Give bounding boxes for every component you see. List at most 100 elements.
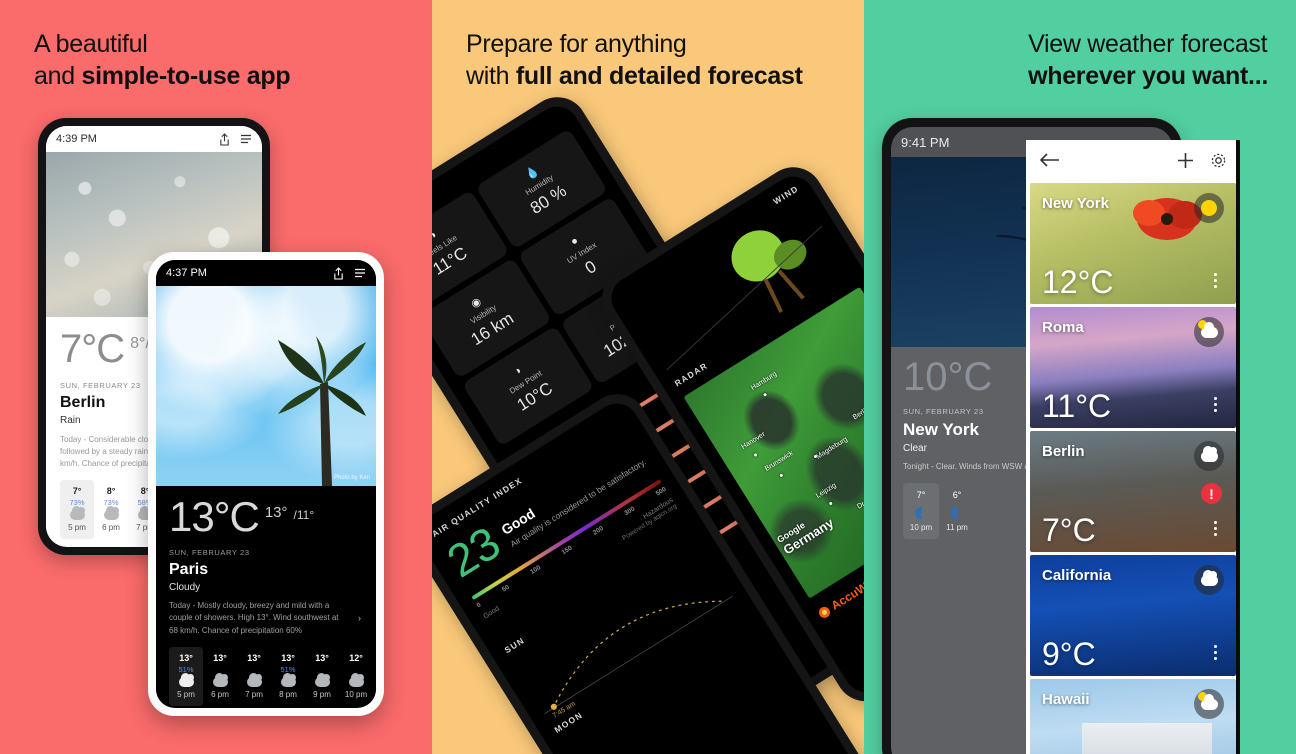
accuweather-logo-icon <box>816 604 832 620</box>
cloud-icon <box>212 673 228 688</box>
map-city-label: Dresden <box>856 490 864 511</box>
headline-right-line2-bold: wherever you want... <box>1028 62 1268 90</box>
thermometer-icon: ◗ <box>512 363 525 378</box>
moon-icon <box>951 507 963 519</box>
hour-label: 11 pm <box>946 523 968 532</box>
sun-moon-section: SUN 7:45 am MOON <box>503 529 746 735</box>
hour-label: 6 pm <box>102 523 120 532</box>
hour-temp: 13° <box>247 653 261 664</box>
paris-hour-item[interactable]: 12° 10 pm <box>339 647 373 706</box>
paris-status-icons <box>333 266 366 280</box>
headline-middle-line2: with full and detailed forecast <box>466 60 803 92</box>
paris-hour-item[interactable]: 13° 7 pm <box>237 647 271 706</box>
paris-hour-item[interactable]: 13° 51% 8 pm <box>271 647 305 706</box>
weather-alert-icon[interactable]: ! <box>1201 483 1222 504</box>
detail-cell-value: 0 <box>581 256 600 278</box>
plus-icon[interactable] <box>1177 152 1194 169</box>
hour-temp: 13° <box>213 653 227 664</box>
hour-precip: 54% <box>373 665 376 674</box>
location-name: Berlin <box>1042 443 1085 460</box>
paris-description-wrap[interactable]: Today - Mostly cloudy, breezy and mild w… <box>169 600 363 637</box>
back-arrow-icon[interactable] <box>1039 152 1060 168</box>
cloud-icon <box>348 673 364 688</box>
menu-icon[interactable] <box>240 134 252 144</box>
paris-hour-item[interactable]: 13° 51% 5 pm <box>169 647 203 707</box>
paris-hour-item[interactable]: 12° 54% 11 pm <box>373 647 376 706</box>
paris-hour-item[interactable]: 13° 6 pm <box>203 647 237 706</box>
hour-temp: 13° <box>281 653 295 664</box>
cloud-icon <box>1200 445 1218 462</box>
headline-right-line2: wherever you want... <box>1028 60 1268 92</box>
phone-bezel-edge <box>1236 140 1240 754</box>
hour-label: 6 pm <box>211 690 229 700</box>
location-overflow-menu[interactable] <box>1214 273 1217 288</box>
screenshot-root: A beautiful and simple-to-use app 4:39 P… <box>0 0 1296 754</box>
berlin-status-icons <box>219 132 252 146</box>
thermometer-icon: ◗ <box>432 228 440 242</box>
aqi-tick: 500 <box>654 485 668 498</box>
paris-city: Paris <box>169 561 209 578</box>
location-card-california[interactable]: California 9°C <box>1030 555 1236 676</box>
map-city-dot <box>778 473 783 478</box>
location-overflow-menu[interactable] <box>1214 521 1217 536</box>
map-city-dot <box>828 501 833 506</box>
hour-temp: 13° <box>315 653 329 664</box>
locations-toolbar-actions <box>1177 152 1227 169</box>
map-city-label: Hanover <box>740 431 767 452</box>
eye-icon: ◉ <box>468 295 484 311</box>
paris-low: /11° <box>293 508 315 522</box>
menu-icon[interactable] <box>354 268 366 278</box>
aqi-tick: 300 <box>623 505 637 518</box>
share-icon[interactable] <box>219 132 230 146</box>
share-icon[interactable] <box>333 266 344 280</box>
location-card-berlin[interactable]: Berlin 7°C ! <box>1030 431 1236 552</box>
headline-middle-line1: Prepare for anything <box>466 30 687 58</box>
location-overflow-menu[interactable] <box>1214 645 1217 660</box>
hour-label: 10 pm <box>344 690 368 700</box>
map-city-dot <box>753 452 758 457</box>
location-card-hawaii[interactable]: Hawaii 22°C <box>1030 679 1236 754</box>
map-attribution: Google Germany <box>775 507 836 558</box>
hour-label: 5 pm <box>68 523 86 532</box>
hour-label: 5 pm <box>177 690 195 700</box>
paris-high: 13° <box>264 504 288 521</box>
berlin-hour-item[interactable]: 7° 73% 5 pm <box>60 480 94 539</box>
headline-left-line1: A beautiful <box>34 30 148 58</box>
chevron-right-icon[interactable]: › <box>358 612 361 626</box>
sun-icon: ● <box>568 234 581 249</box>
location-temp: 7°C <box>1042 512 1096 548</box>
building-image <box>1082 723 1212 754</box>
paris-hour-item[interactable]: 13° 9 pm <box>305 647 339 706</box>
paris-weather-body: 13°C 13° /11° SUN, FEBRUARY 23 Paris Clo… <box>156 486 376 707</box>
partly-cloudy-icon <box>1197 319 1218 338</box>
newyork-hour-item[interactable]: 7° 10 pm <box>903 483 939 539</box>
location-card-roma[interactable]: Roma 11°C <box>1030 307 1236 428</box>
hour-temp: 8° <box>106 486 116 496</box>
hour-label: 8 pm <box>279 690 297 700</box>
cloud-icon <box>69 506 85 520</box>
newyork-hour-item[interactable]: 6° 11 pm <box>939 483 975 539</box>
aqi-rating: Good <box>498 505 538 538</box>
paris-date: SUN, FEBRUARY 23 <box>169 548 250 557</box>
paris-hourly-strip[interactable]: 13° 51% 5 pm 13° 6 pm 13° 7 pm 13° 51% 8… <box>169 647 367 707</box>
panel-left: A beautiful and simple-to-use app 4:39 P… <box>0 0 432 754</box>
hour-temp: 7° <box>916 490 926 500</box>
hour-temp: 6° <box>952 490 962 500</box>
map-city-label: Magdeburg <box>815 436 849 461</box>
headline-left-line2: and simple-to-use app <box>34 60 291 92</box>
aqi-tick: 150 <box>560 544 574 557</box>
location-overflow-menu[interactable] <box>1214 397 1217 412</box>
berlin-statusbar: 4:39 PM <box>46 126 262 152</box>
hour-temp: 12° <box>349 653 363 664</box>
location-card-new-york[interactable]: New York 12°C <box>1030 183 1236 304</box>
berlin-hour-item[interactable]: 8° 73% 6 pm <box>94 480 128 539</box>
headline-left: A beautiful and simple-to-use app <box>34 28 291 92</box>
paris-temp-row: 13°C 13° /11° <box>169 496 363 538</box>
hour-label: 7 pm <box>245 690 263 700</box>
hour-temp: 13° <box>179 653 193 664</box>
location-weather-badge <box>1194 317 1224 347</box>
paris-hero-image: Photo by Ken <box>156 286 376 486</box>
gear-icon[interactable] <box>1210 152 1227 169</box>
hour-label: 11 pm <box>373 690 376 699</box>
headline-right: View weather forecast wherever you want.… <box>1028 28 1268 92</box>
